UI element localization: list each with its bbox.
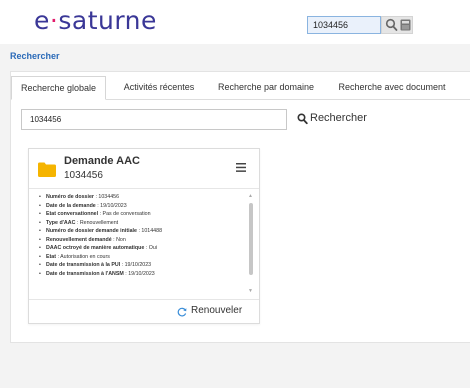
card-details: Numéro de dossier : 1034456 Date de la d… [39,193,251,296]
scroll-up-arrow-icon[interactable]: ▲ [248,193,253,199]
detail-item: Date de transmission à l'ANSM : 19/10/20… [39,270,251,279]
header-search-input[interactable]: 1034456 [307,16,381,34]
header-search-buttons [381,16,413,34]
search-button-label: Rechercher [310,112,367,124]
detail-item: DAAC octroyé de manière automatique : Ou… [39,244,251,253]
card-footer: Renouveler [29,299,259,323]
renouveler-label: Renouveler [191,305,243,316]
folder-icon [38,162,56,177]
search-panel: Recherche globale Activités récentes Rec… [10,71,470,343]
calculator-icon[interactable] [400,19,411,31]
search-icon [297,113,308,125]
search-icon[interactable] [385,18,398,32]
e-saturne-logo[interactable]: e·saturne [34,6,157,35]
card-title[interactable]: Demande AAC [64,155,140,167]
detail-item: Type d'AAC : Renouvellement [39,219,251,228]
tab-recherche-globale[interactable]: Recherche globale [11,76,106,100]
tab-recherche-par-domaine[interactable]: Recherche par domaine [207,76,325,100]
details-scrollbar[interactable]: ▲ ▼ [248,193,254,296]
hamburger-menu-icon[interactable] [236,163,246,172]
scroll-down-arrow-icon[interactable]: ▼ [248,288,253,294]
card-number: 1034456 [64,170,103,181]
result-card: Demande AAC 1034456 Numéro de dossier : … [28,148,260,324]
details-list: Numéro de dossier : 1034456 Date de la d… [39,193,251,278]
search-query-input[interactable]: 1034456 [21,109,287,130]
detail-item: Etat conversationnel : Pas de conversati… [39,210,251,219]
detail-item: Date de la demande : 19/10/2023 [39,202,251,211]
scrollbar-thumb[interactable] [249,203,253,275]
search-tabs: Recherche globale Activités récentes Rec… [11,76,470,100]
detail-item: Etat : Autorisation en cours [39,253,251,262]
tab-activites-recentes[interactable]: Activités récentes [111,76,207,100]
detail-item: Numéro de dossier demande initiale : 101… [39,227,251,236]
detail-item: Date de transmission à la PUI : 19/10/20… [39,261,251,270]
app-header: e·saturne 1034456 [0,0,470,44]
refresh-icon [177,307,187,317]
detail-item: Renouvellement demandé : Non [39,236,251,245]
tab-recherche-avec-document[interactable]: Recherche avec document [327,76,457,100]
detail-item: Numéro de dossier : 1034456 [39,193,251,202]
card-divider [29,188,259,189]
rechercher-link[interactable]: Rechercher [10,51,60,61]
